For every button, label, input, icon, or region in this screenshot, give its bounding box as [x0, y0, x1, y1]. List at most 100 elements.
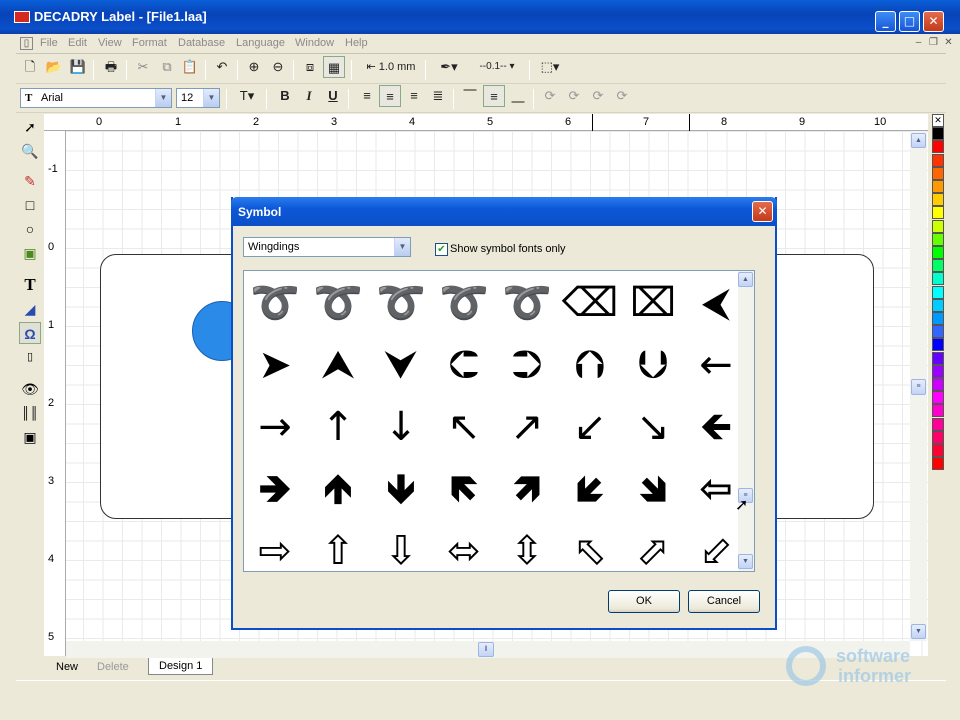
menu-window[interactable]: Window — [295, 37, 334, 49]
tab-design-1[interactable]: Design 1 — [148, 658, 214, 675]
font-family-select[interactable]: T Arial ▼ — [20, 88, 172, 108]
align-center-icon[interactable]: ≡ — [379, 85, 401, 107]
menu-language[interactable]: Language — [236, 37, 285, 49]
symbol-tool-icon[interactable]: Ω — [19, 322, 41, 344]
zoom-in-icon[interactable]: ⊕ — [243, 56, 265, 78]
line-color-icon[interactable]: ✒▾ — [433, 56, 465, 78]
menu-edit[interactable]: Edit — [68, 37, 87, 49]
justify-icon[interactable]: ≣ — [427, 85, 449, 107]
scroll-thumb[interactable]: ‖ — [478, 642, 494, 657]
symbol-cell[interactable]: ⬄ — [433, 521, 495, 571]
font-size-select[interactable]: 12 ▼ — [176, 88, 220, 108]
new-page-button[interactable]: New — [56, 661, 78, 673]
color-swatch[interactable] — [932, 430, 944, 444]
symbol-cell[interactable]: ➰ — [370, 273, 432, 333]
color-swatch[interactable] — [932, 180, 944, 193]
ellipse-icon[interactable]: ○ — [19, 218, 41, 240]
symbol-cell[interactable]: ⬀ — [622, 521, 684, 571]
color-swatch[interactable] — [932, 246, 944, 259]
color-swatch[interactable] — [932, 325, 944, 339]
pencil-icon[interactable]: ✎ — [19, 170, 41, 192]
align-left-icon[interactable]: ≡ — [356, 85, 378, 107]
symbol-cell[interactable]: ➰ — [244, 273, 306, 333]
menu-help[interactable]: Help — [345, 37, 368, 49]
align-right-icon[interactable]: ≡ — [403, 85, 425, 107]
menu-format[interactable]: Format — [132, 37, 167, 49]
zoom-tool-icon[interactable]: 🔍 — [19, 140, 41, 162]
canvas-vertical-scrollbar[interactable]: ▲ ≡ ▼ — [910, 131, 927, 641]
symbol-font-select[interactable]: Wingdings ▼ — [243, 237, 411, 257]
open-icon[interactable]: 📂 — [43, 56, 65, 78]
grid-icon[interactable]: ▦ — [323, 56, 345, 78]
paste-icon[interactable]: 📋 — [179, 56, 201, 78]
symbol-cell[interactable]: ⮉ — [559, 335, 621, 395]
bold-button[interactable]: B — [274, 85, 296, 107]
new-icon[interactable]: 🗋 — [19, 56, 41, 78]
symbol-cell[interactable]: → — [244, 397, 306, 457]
delete-page-button[interactable]: Delete — [97, 661, 129, 673]
minimize-button[interactable]: _ — [875, 11, 896, 32]
close-button[interactable]: ✕ — [923, 11, 944, 32]
frame-icon[interactable]: ▣ — [19, 426, 41, 448]
rich-text-icon[interactable]: ◢ — [19, 298, 41, 320]
menu-database[interactable]: Database — [178, 37, 225, 49]
symbol-cell[interactable]: 🡽 — [496, 459, 558, 519]
symbol-cell[interactable]: ⌫ — [559, 273, 621, 333]
symbol-cell[interactable]: ↘ — [622, 397, 684, 457]
color-swatch[interactable] — [932, 153, 944, 167]
symbol-grid-scrollbar[interactable]: ▲ ≡ ▼ — [738, 271, 754, 571]
mdi-minimize-icon[interactable]: – — [912, 37, 925, 50]
symbol-cell[interactable]: ➰ — [307, 273, 369, 333]
image-icon[interactable]: ▣ — [19, 242, 41, 264]
symbol-cell[interactable]: ➰ — [496, 273, 558, 333]
rotate-270-icon[interactable]: ⟳ — [611, 85, 633, 107]
copy-icon[interactable]: ⧉ — [156, 56, 178, 78]
menu-view[interactable]: View — [98, 37, 122, 49]
symbol-cell[interactable]: ⌧ — [622, 273, 684, 333]
symbol-cell[interactable]: ➤ — [244, 335, 306, 395]
select-arrow-icon[interactable]: ➚ — [19, 116, 41, 138]
italic-button[interactable]: I — [298, 85, 320, 107]
mdi-close-icon[interactable]: ✕ — [942, 37, 955, 50]
text-color-icon[interactable]: T▾ — [232, 85, 262, 107]
rectangle-icon[interactable]: □ — [19, 194, 41, 216]
symbol-cell[interactable]: ⬁ — [559, 521, 621, 571]
symbol-cell[interactable]: ⮟ — [370, 335, 432, 395]
symbol-cell[interactable]: 🡼 — [433, 459, 495, 519]
color-swatch[interactable] — [932, 232, 944, 246]
color-swatch[interactable] — [932, 364, 944, 378]
ok-button[interactable]: OK — [608, 590, 680, 613]
symbol-cell[interactable]: ⮝ — [307, 335, 369, 395]
scroll-thumb[interactable]: ≡ — [911, 379, 926, 395]
color-swatch[interactable] — [932, 391, 944, 405]
chevron-down-icon[interactable]: ▼ — [155, 89, 171, 107]
chevron-down-icon[interactable]: ▼ — [394, 238, 410, 256]
maximize-button[interactable]: □ — [899, 11, 920, 32]
scroll-down-icon[interactable]: ▼ — [911, 624, 926, 639]
undo-icon[interactable]: ↶ — [211, 56, 233, 78]
print-icon[interactable]: 🖶 — [100, 56, 122, 78]
save-icon[interactable]: 💾 — [67, 56, 89, 78]
line-width-dropdown[interactable]: ⇤ 1.0 mm — [361, 56, 421, 78]
mdi-restore-icon[interactable]: ❐ — [927, 37, 940, 50]
fill-icon[interactable]: ⬚▾ — [535, 56, 565, 78]
symbol-cell[interactable]: ↑ — [307, 397, 369, 457]
color-swatch[interactable] — [932, 127, 944, 141]
eye-icon[interactable]: 👁 — [19, 378, 41, 400]
zoom-out-icon[interactable]: ⊖ — [267, 56, 289, 78]
color-swatch[interactable] — [932, 404, 944, 418]
color-swatch[interactable] — [932, 298, 944, 312]
scroll-down-icon[interactable]: ▼ — [738, 554, 753, 569]
symbol-cell[interactable]: 🡻 — [370, 459, 432, 519]
symbol-cell[interactable]: ↗ — [496, 397, 558, 457]
valign-bottom-icon[interactable]: ⎽ — [507, 85, 529, 107]
color-swatch[interactable] — [932, 219, 944, 233]
color-swatch[interactable] — [932, 193, 944, 207]
symbol-cell[interactable]: ⇨ — [244, 521, 306, 571]
color-swatch[interactable] — [932, 166, 944, 180]
page-icon[interactable]: ⧈ — [299, 56, 321, 78]
symbol-cell[interactable]: 🡾 — [622, 459, 684, 519]
line-style-dropdown[interactable]: --0.1-- ▾ — [469, 56, 525, 78]
color-swatch[interactable] — [932, 378, 944, 391]
rotate-180-icon[interactable]: ⟳ — [587, 85, 609, 107]
